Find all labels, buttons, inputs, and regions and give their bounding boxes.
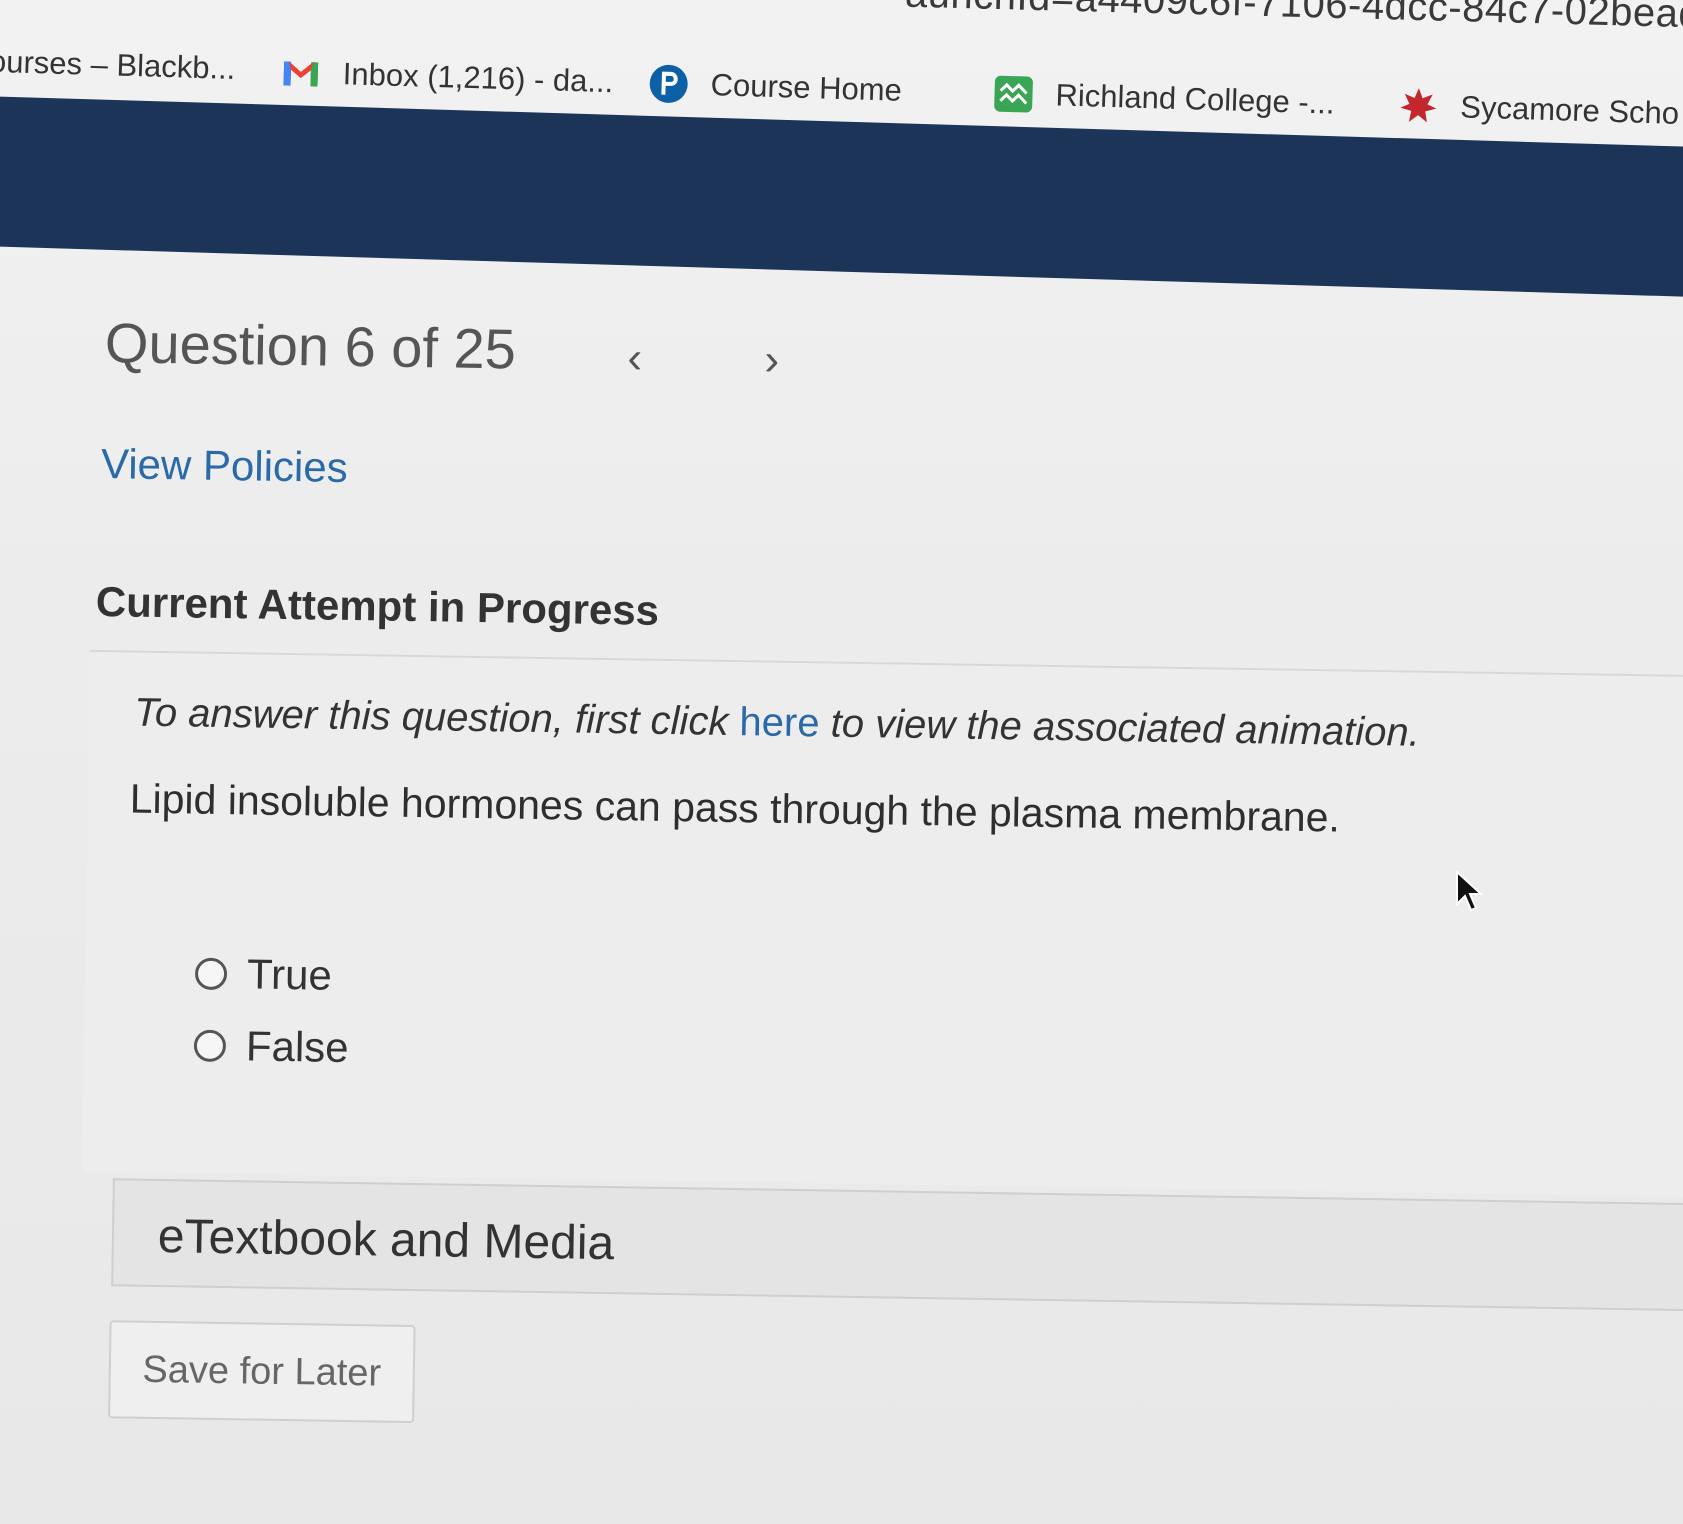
etextbook-media-panel[interactable]: eTextbook and Media bbox=[111, 1178, 1683, 1312]
quiz-content: Question 6 of 25 ‹ › View Policies Curre… bbox=[0, 0, 1683, 1524]
animation-link[interactable]: here bbox=[739, 700, 820, 745]
instruction-after: to view the associated animation. bbox=[819, 701, 1421, 755]
previous-question-button[interactable]: ‹ bbox=[614, 333, 655, 384]
chevron-right-icon: › bbox=[764, 335, 780, 385]
option-true[interactable]: True bbox=[194, 950, 333, 1000]
next-question-button[interactable]: › bbox=[751, 335, 792, 386]
instruction-before: To answer this question, first click bbox=[133, 690, 740, 745]
radio-button[interactable] bbox=[194, 957, 228, 991]
option-label: False bbox=[245, 1022, 349, 1071]
etextbook-label: eTextbook and Media bbox=[157, 1210, 615, 1271]
option-false[interactable]: False bbox=[193, 1022, 349, 1072]
question-counter: Question 6 of 25 bbox=[104, 311, 517, 381]
chevron-left-icon: ‹ bbox=[627, 333, 643, 383]
radio-button[interactable] bbox=[193, 1029, 227, 1063]
option-label: True bbox=[246, 950, 333, 999]
attempt-heading: Current Attempt in Progress bbox=[95, 577, 660, 634]
mouse-cursor-icon bbox=[1456, 870, 1484, 912]
view-policies-link[interactable]: View Policies bbox=[101, 440, 348, 492]
save-for-later-button[interactable]: Save for Later bbox=[108, 1320, 416, 1424]
browser-screen: aunchId=a4409c6f-7106-4dcc-84c7-02bead o… bbox=[0, 0, 1683, 1524]
